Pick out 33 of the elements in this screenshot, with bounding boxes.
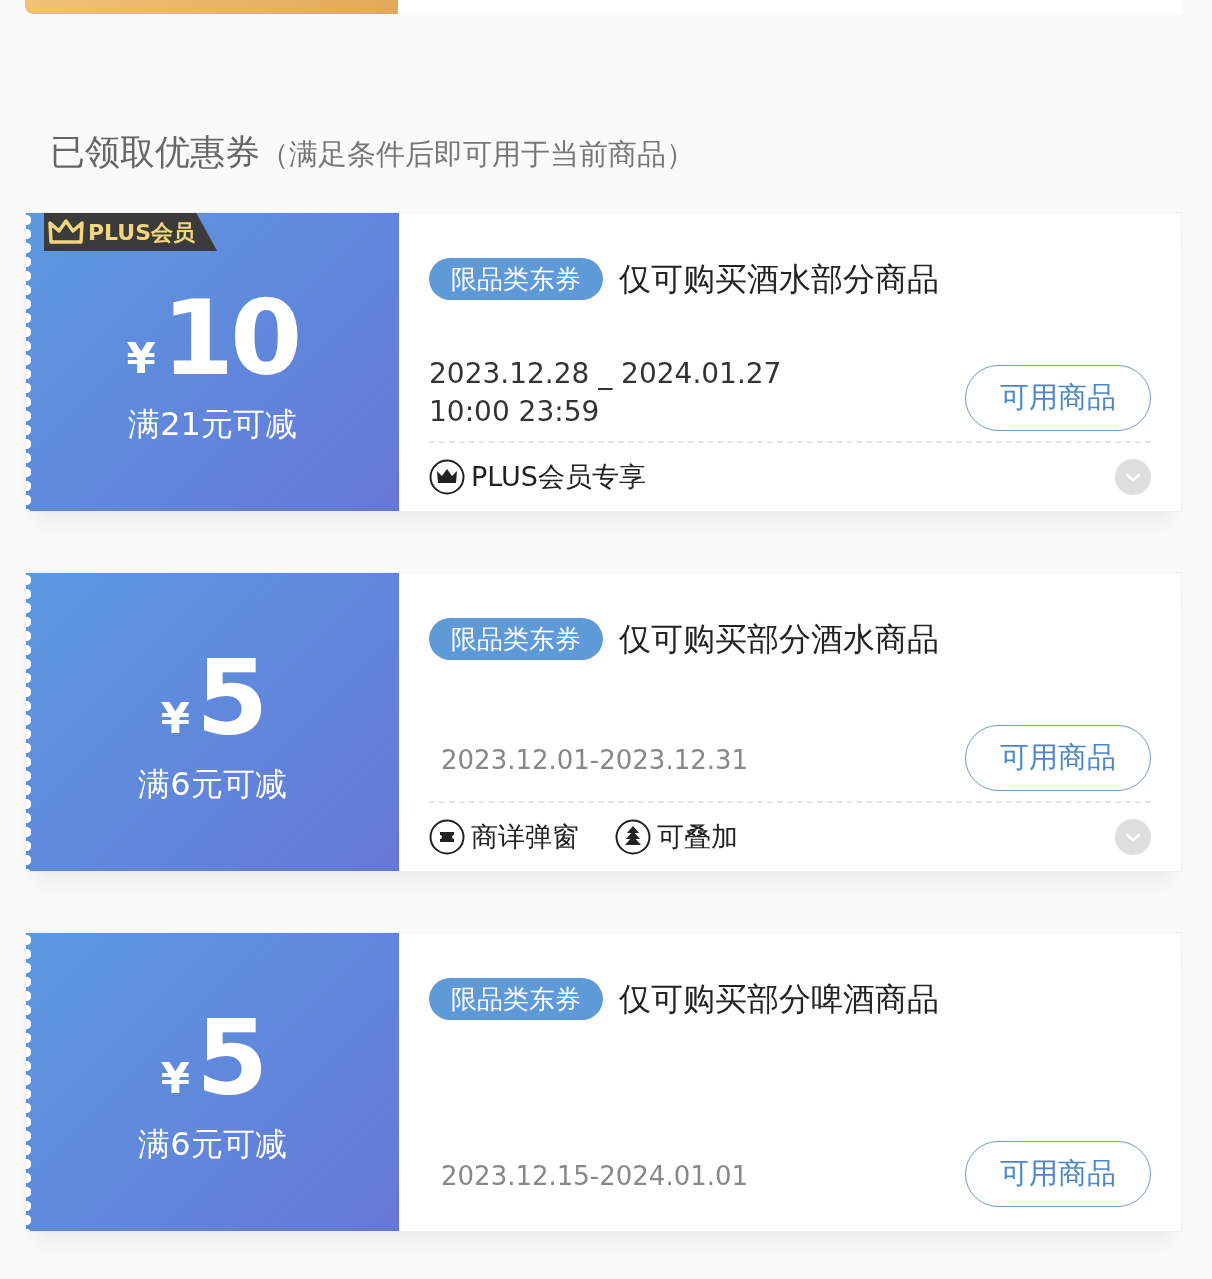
section-note: （满足条件后即可用于当前商品）: [260, 136, 695, 173]
coupon-title: 仅可购买酒水部分商品: [619, 259, 939, 300]
coupon-tag: 限品类东券: [429, 258, 603, 300]
stack-icon: [615, 819, 651, 855]
coupon-title: 仅可购买部分啤酒商品: [619, 979, 939, 1020]
plus-badge: PLUS会员: [44, 213, 218, 251]
expand-chevron-icon[interactable]: [1115, 459, 1151, 495]
feature-label: 商详弹窗: [471, 819, 579, 854]
discount-amount: 10: [161, 286, 299, 390]
crown-icon: [429, 459, 465, 495]
coupon-tag: 限品类东券: [429, 618, 603, 660]
discount-amount: 5: [195, 646, 265, 750]
validity-dates: 2023.12.01-2023.12.31: [441, 744, 749, 777]
feature-label: PLUS会员专享: [471, 459, 646, 494]
section-title: 已领取优惠券: [50, 131, 260, 174]
available-products-button[interactable]: 可用商品: [965, 725, 1151, 791]
coupon-tag: 限品类东券: [429, 978, 603, 1020]
available-products-button[interactable]: 可用商品: [965, 365, 1151, 431]
discount-condition: 满6元可减: [138, 764, 287, 805]
validity-dates: 2023.12.28 _ 2024.01.27 10:00 23:59: [429, 356, 782, 430]
discount-condition: 满21元可减: [128, 404, 297, 445]
feature-label: 可叠加: [657, 819, 738, 854]
available-products-button[interactable]: 可用商品: [965, 1141, 1151, 1207]
expand-chevron-icon[interactable]: [1115, 819, 1151, 855]
validity-dates: 2023.12.15-2024.01.01: [441, 1160, 749, 1193]
discount-condition: 满6元可减: [138, 1124, 287, 1165]
currency-symbol: ¥: [160, 693, 190, 745]
currency-symbol: ¥: [126, 333, 156, 385]
discount-amount: 5: [195, 1006, 265, 1110]
coupon-title: 仅可购买部分酒水商品: [619, 619, 939, 660]
currency-symbol: ¥: [160, 1053, 190, 1105]
ticket-icon: [429, 819, 465, 855]
crown-icon: [48, 219, 84, 245]
